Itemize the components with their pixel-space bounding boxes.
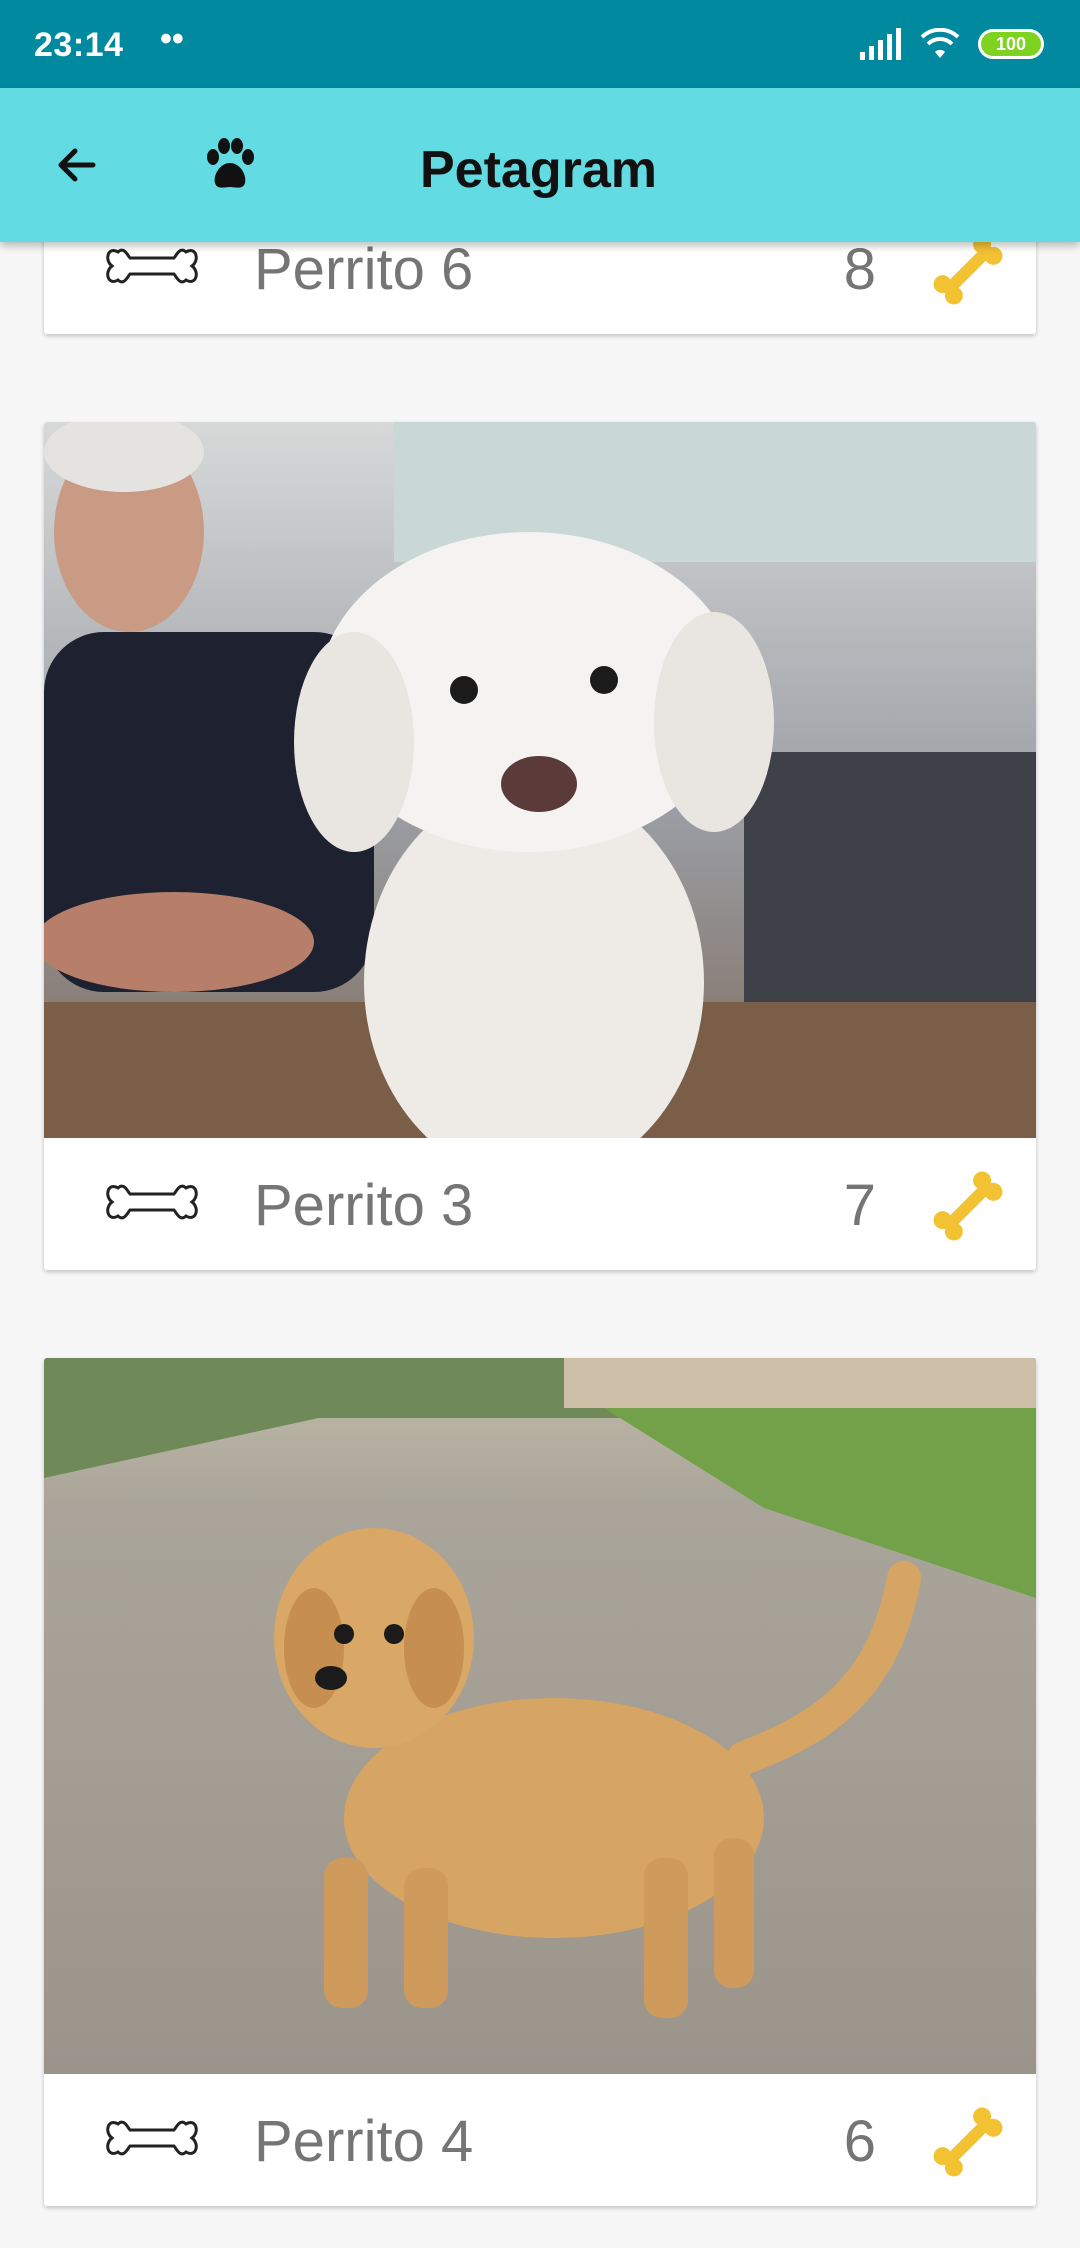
wifi-icon: [920, 28, 960, 58]
back-button[interactable]: [40, 128, 114, 202]
paw-icon: [207, 138, 254, 188]
notification-dots: ••: [160, 20, 184, 58]
bone-outline-icon[interactable]: [104, 242, 200, 290]
arrow-left-icon: [58, 148, 96, 182]
battery-level: 100: [995, 33, 1027, 54]
card-footer: Perrito 6 8: [44, 242, 1036, 334]
like-count: 6: [843, 2109, 876, 2174]
card-footer: Perrito 4 6: [44, 2074, 1036, 2206]
pet-card: Perrito 6 8: [44, 242, 1036, 334]
dog-photo: [44, 422, 1036, 1138]
status-icons: 100: [860, 22, 1044, 66]
like-count: 8: [843, 242, 876, 302]
bone-gold-icon[interactable]: [920, 2094, 1016, 2190]
dog-photo: [44, 1358, 1036, 2074]
pet-card: Perrito 3 7: [44, 422, 1036, 1270]
status-bar: 23:14 •• 100: [0, 0, 1080, 88]
signal-icon: [860, 28, 901, 60]
bone-outline-icon[interactable]: [104, 1178, 200, 1226]
pet-name: Perrito 3: [254, 1173, 474, 1238]
pet-list[interactable]: Perrito 6 8 Perrito 3 7 Perrito 4 6: [0, 242, 1080, 2248]
paw-button[interactable]: [190, 128, 270, 202]
app-toolbar: Petagram: [0, 88, 1080, 242]
bone-gold-icon[interactable]: [920, 242, 1016, 318]
pet-name: Perrito 6: [254, 242, 474, 302]
card-footer: Perrito 3 7: [44, 1138, 1036, 1270]
page-title: Petagram: [420, 141, 657, 199]
pet-card: Perrito 4 6: [44, 1358, 1036, 2206]
bone-outline-icon[interactable]: [104, 2114, 200, 2162]
bone-gold-icon[interactable]: [920, 1158, 1016, 1254]
like-count: 7: [843, 1173, 876, 1238]
battery-icon: 100: [978, 29, 1044, 59]
pet-name: Perrito 4: [254, 2109, 474, 2174]
status-time: 23:14: [34, 26, 124, 64]
